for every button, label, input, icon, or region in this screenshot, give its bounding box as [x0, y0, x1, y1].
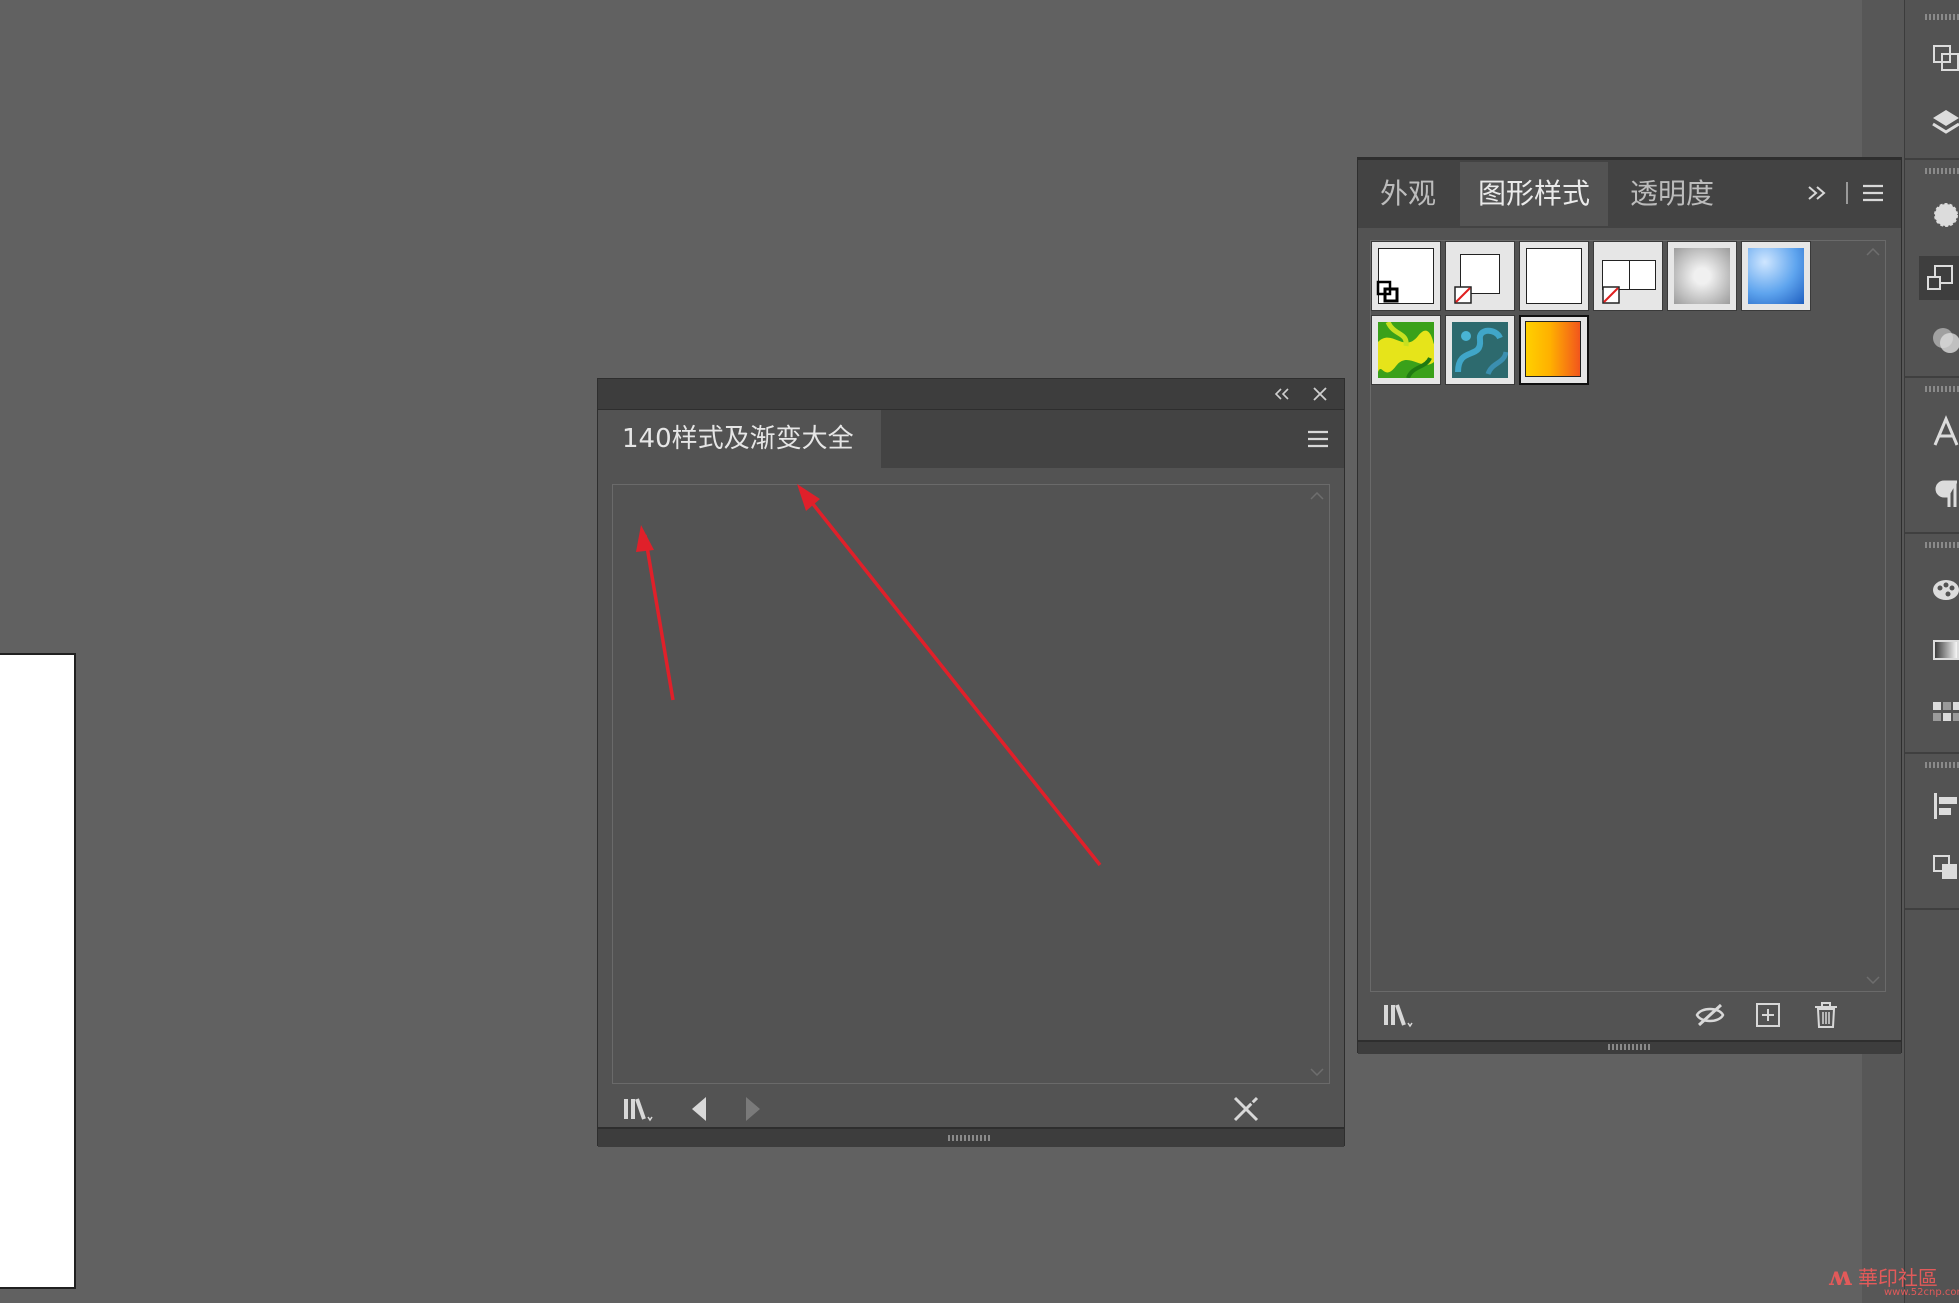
- watermark-url: www.52cnp.com: [1884, 1287, 1959, 1298]
- annotation-arrow: [636, 525, 675, 701]
- annotation-arrows: [636, 484, 1102, 867]
- annotation-arrow: [797, 484, 1102, 867]
